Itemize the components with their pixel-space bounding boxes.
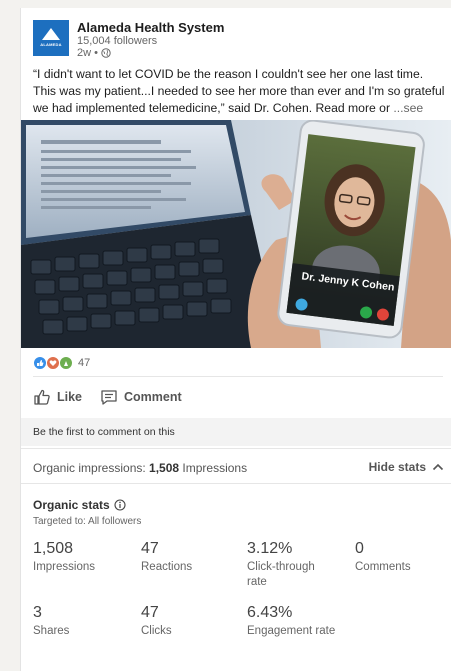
stat-value: 47: [141, 540, 159, 557]
comment-button[interactable]: Comment: [100, 388, 182, 406]
post-card: ALAMEDA Alameda Health System 15,004 fol…: [20, 8, 451, 671]
post-time-text: 2w •: [77, 47, 98, 59]
thumbs-up-icon: [34, 389, 50, 405]
stat-comments: 0 Comments: [355, 540, 451, 575]
stat-value: 3: [33, 604, 42, 621]
stat-value: 47: [141, 604, 159, 621]
reaction-count[interactable]: 47: [78, 357, 90, 369]
comment-icon: [101, 390, 117, 405]
hide-stats-label: Hide stats: [368, 460, 426, 474]
chevron-up-icon: [432, 463, 444, 471]
stat-label: Engagement rate: [247, 625, 336, 637]
stat-impressions: 1,508 Impressions: [33, 540, 133, 575]
like-label: Like: [57, 390, 83, 404]
stat-clicks: 47 Clicks: [141, 604, 241, 639]
post-time: 2w •: [77, 47, 111, 59]
love-icon: [46, 356, 60, 370]
organic-stats-title: Organic stats: [33, 498, 126, 512]
impressions-label: Organic impressions:: [33, 461, 150, 475]
action-bar: Like Comment: [33, 384, 182, 410]
impressions-summary: Organic impressions: 1,508 Impressions: [33, 461, 247, 475]
stat-label: Impressions: [33, 561, 95, 573]
impressions-bar: Organic impressions: 1,508 Impressions H…: [21, 448, 451, 484]
divider: [33, 376, 443, 377]
impressions-unit: Impressions: [179, 461, 248, 475]
stat-value: 1,508: [33, 540, 74, 557]
stat-label: Click-through rate: [247, 561, 315, 588]
like-icon: [33, 356, 47, 370]
follower-count: 15,004 followers: [77, 35, 158, 47]
comment-label: Comment: [124, 390, 182, 404]
info-icon[interactable]: [114, 499, 126, 511]
org-logo[interactable]: ALAMEDA: [33, 20, 69, 56]
post-body: “I didn't want to let COVID be the reaso…: [33, 67, 445, 115]
stat-engagement-rate: 6.43% Engagement rate: [247, 604, 337, 639]
stat-label: Reactions: [141, 561, 193, 573]
empty-comments-prompt[interactable]: Be the first to comment on this: [21, 418, 451, 446]
post-header: ALAMEDA Alameda Health System 15,004 fol…: [33, 18, 443, 70]
stat-click-through-rate: 3.12% Click-through rate: [247, 540, 337, 590]
telemedicine-photo: [21, 120, 451, 348]
logo-text: ALAMEDA: [40, 41, 62, 47]
logo-mark-icon: [42, 27, 60, 40]
stat-shares: 3 Shares: [33, 604, 133, 639]
like-button[interactable]: Like: [33, 388, 82, 406]
stat-value: 3.12%: [247, 540, 293, 557]
impressions-value: 1,508: [149, 461, 180, 475]
stat-label: Comments: [355, 561, 411, 573]
globe-icon: [101, 48, 111, 58]
targeted-audience: Targeted to: All followers: [33, 516, 142, 527]
stat-value: 6.43%: [247, 604, 293, 621]
stat-label: Clicks: [141, 625, 172, 637]
organic-stats-label: Organic stats: [33, 498, 110, 512]
org-name[interactable]: Alameda Health System: [77, 20, 224, 35]
stat-reactions: 47 Reactions: [141, 540, 241, 575]
stat-label: Shares: [33, 625, 70, 637]
stat-value: 0: [355, 540, 364, 557]
post-image[interactable]: Dr. Jenny K Cohen: [21, 120, 451, 348]
hide-stats-button[interactable]: Hide stats: [369, 460, 444, 474]
celebrate-icon: [59, 356, 73, 370]
reactions-summary[interactable]: 47: [33, 354, 90, 372]
